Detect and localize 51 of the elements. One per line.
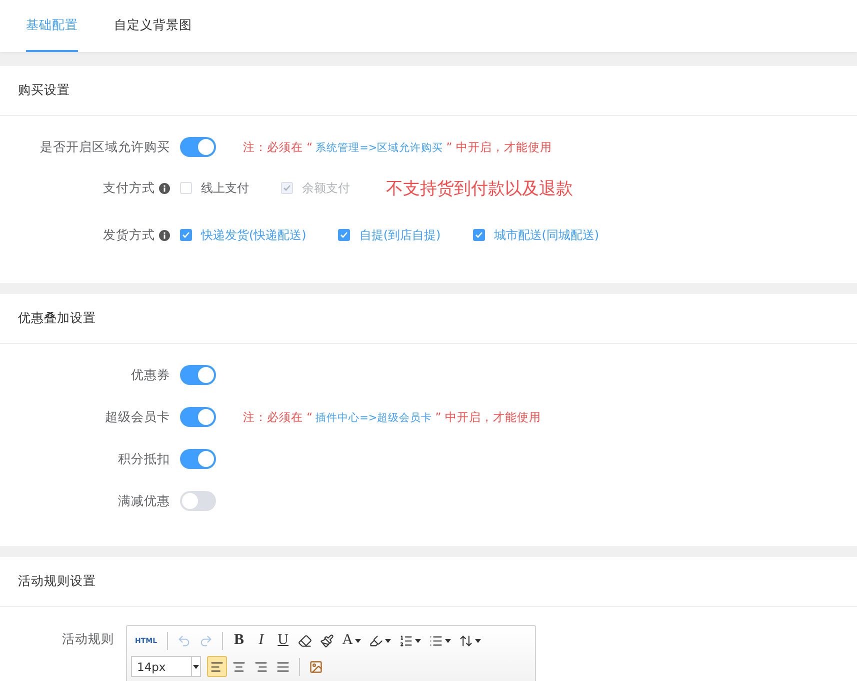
image-icon (309, 660, 323, 674)
section-title: 优惠叠加设置 (0, 294, 857, 344)
caret-icon (444, 638, 451, 642)
undo-icon (177, 634, 192, 648)
line-height-icon (458, 634, 473, 648)
redo-icon (199, 634, 214, 648)
field-label: 满减优惠 (118, 492, 170, 510)
align-center-icon (232, 660, 246, 674)
font-color-button[interactable]: A (339, 630, 364, 651)
caret-icon (474, 638, 481, 642)
toggle-switch[interactable] (180, 365, 216, 385)
info-icon (159, 182, 170, 194)
warning-text: 不支持货到付款以及退款 (386, 178, 573, 200)
align-left-button[interactable] (207, 656, 227, 677)
caret-icon (193, 664, 199, 668)
font-size-select[interactable]: 14px (131, 656, 201, 677)
hint-text: 注：必须在 “ 插件中心=>超级会员卡 ” 中开启，才能使用 (243, 410, 541, 424)
justify-icon (276, 660, 290, 674)
field-label: 是否开启区域允许购买 (40, 138, 170, 156)
caret-icon (384, 638, 391, 642)
toggle-switch[interactable] (180, 137, 216, 157)
info-icon (159, 230, 170, 240)
brush-icon (320, 634, 334, 648)
toggle-switch[interactable] (180, 407, 216, 427)
field-label: 活动规则 (62, 631, 114, 648)
section-title: 购买设置 (0, 66, 857, 116)
highlighter-icon (368, 634, 383, 648)
toggle-switch[interactable] (180, 449, 216, 469)
field-label: 发货方式 (103, 226, 155, 244)
checkbox-option[interactable]: 线上支付 (180, 180, 249, 196)
field-label: 积分抵扣 (118, 450, 170, 468)
check-icon (340, 231, 348, 239)
align-right-icon (254, 660, 268, 674)
hint-text: 注：必须在 “ 系统管理=>区域允许购买 ” 中开启，才能使用 (243, 140, 552, 154)
section-title: 活动规则设置 (0, 557, 857, 607)
check-icon (474, 231, 483, 239)
numbered-list-icon (398, 634, 413, 648)
underline-button[interactable]: U (273, 630, 294, 651)
check-icon (283, 184, 291, 192)
field-label: 优惠券 (131, 366, 170, 384)
toggle-switch[interactable] (180, 491, 216, 511)
italic-button[interactable]: I (251, 630, 272, 651)
bold-button[interactable]: B (229, 630, 250, 651)
field-label: 超级会员卡 (105, 408, 170, 426)
eraser-icon (298, 634, 312, 648)
field-label: 支付方式 (103, 180, 155, 196)
caret-icon (414, 638, 421, 642)
tab[interactable]: 自定义背景图 (114, 0, 192, 52)
check-icon (182, 231, 190, 239)
align-left-icon (210, 660, 224, 674)
caret-icon (354, 638, 361, 642)
